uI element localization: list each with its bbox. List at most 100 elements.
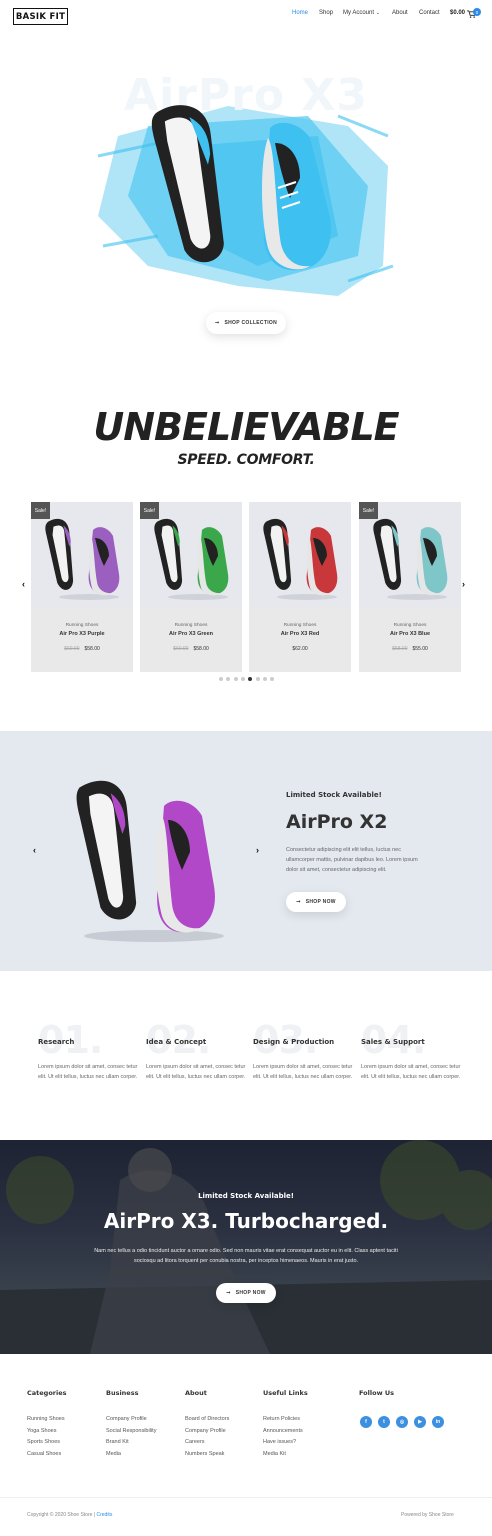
product-name[interactable]: Air Pro X3 Blue xyxy=(359,631,461,637)
product-price: $58.00 $55.00 xyxy=(359,646,461,652)
product-old-price: $60.00 xyxy=(173,646,189,652)
arrow-right-icon: ➞ xyxy=(296,899,301,905)
footer-link[interactable]: Sports Shoes xyxy=(27,1439,60,1445)
cta-title: AirPro X3. Turbocharged. xyxy=(103,1209,389,1233)
cart-total[interactable]: $0.00 xyxy=(450,10,465,22)
product-price: $60.00 $58.00 xyxy=(31,646,133,652)
instagram-icon-glyph: ◎ xyxy=(399,1419,405,1425)
promo-prev-arrow[interactable]: ‹ xyxy=(33,845,36,855)
cta-eyebrow: Limited Stock Available! xyxy=(198,1192,294,1200)
copyright-text: Copyright © 2020 Shoe Store | xyxy=(27,1512,96,1518)
footer-link[interactable]: Company Profile xyxy=(185,1428,226,1434)
nav-about[interactable]: About xyxy=(392,10,408,22)
footer-link[interactable]: Social Responsibility xyxy=(106,1428,156,1434)
promo-next-arrow[interactable]: › xyxy=(256,845,259,855)
product-category[interactable]: Running Shoes xyxy=(31,623,133,628)
footer-link[interactable]: Announcements xyxy=(263,1428,303,1434)
tagline-subtitle: SPEED. COMFORT. xyxy=(177,452,315,468)
arrow-right-icon: ➞ xyxy=(226,1290,231,1296)
step-title: Idea & Concept xyxy=(146,1038,207,1046)
nav-my-account[interactable]: My Account ⌄ xyxy=(343,10,380,22)
cta-description: Nam nec tellus a odio tincidunt auctor a… xyxy=(94,1248,398,1264)
linkedin-icon-glyph: in xyxy=(435,1419,441,1425)
carousel-dot[interactable] xyxy=(270,677,275,681)
footer-link[interactable]: Brand Kit xyxy=(106,1439,129,1445)
tagline-title: UNBELIEVABLE xyxy=(93,405,399,449)
product-old-price: $58.00 xyxy=(392,646,408,652)
youtube-icon-glyph: ▶ xyxy=(418,1419,422,1425)
chevron-down-icon: ⌄ xyxy=(375,10,380,16)
product-category[interactable]: Running Shoes xyxy=(249,623,351,628)
nav-my-account-label: My Account xyxy=(343,10,375,16)
facebook-icon[interactable]: f xyxy=(360,1416,372,1428)
hero-shoe-image xyxy=(151,105,331,271)
step-title: Research xyxy=(38,1038,75,1046)
nav-home[interactable]: Home xyxy=(292,10,308,22)
product-image[interactable] xyxy=(249,502,351,607)
product-current-price: $58.00 xyxy=(193,646,209,652)
arrow-right-icon: ➞ xyxy=(215,320,220,326)
sale-badge: Sale! xyxy=(359,502,378,519)
promo-shop-now-label: SHOP NOW xyxy=(305,899,336,905)
shop-collection-button[interactable]: ➞ SHOP COLLECTION xyxy=(206,312,286,334)
product-current-price: $62.00 xyxy=(292,646,308,652)
shop-collection-label: SHOP COLLECTION xyxy=(224,320,277,326)
footer-link[interactable]: Media xyxy=(106,1451,121,1457)
cta-shop-now-label: SHOP NOW xyxy=(235,1290,266,1296)
facebook-icon-glyph: f xyxy=(365,1419,367,1425)
footer-link[interactable]: Have issues? xyxy=(263,1439,296,1445)
carousel-dot[interactable] xyxy=(248,677,253,681)
promo-eyebrow: Limited Stock Available! xyxy=(286,791,382,799)
product-old-price: $60.00 xyxy=(64,646,80,652)
product-card[interactable]: Sale! Running Shoes Air Pro X3 Blue $58.00 $… xyxy=(359,502,461,672)
footer-link[interactable]: Company Profile xyxy=(106,1416,147,1422)
footer-link[interactable]: Casual Shoes xyxy=(27,1451,61,1457)
product-price: $60.00 $58.00 xyxy=(140,646,242,652)
carousel-dot[interactable] xyxy=(262,677,267,681)
carousel-dot[interactable] xyxy=(240,677,245,681)
footer-divider xyxy=(0,1497,492,1498)
twitter-icon[interactable]: t xyxy=(378,1416,390,1428)
product-name[interactable]: Air Pro X3 Red xyxy=(249,631,351,637)
product-shoe-image xyxy=(263,518,338,600)
product-category[interactable]: Running Shoes xyxy=(140,623,242,628)
cta-shop-now-button[interactable]: ➞ SHOP NOW xyxy=(216,1283,276,1303)
carousel-prev-arrow[interactable]: ‹ xyxy=(22,579,25,589)
footer-link[interactable]: Running Shoes xyxy=(27,1416,65,1422)
footer-link[interactable]: Careers xyxy=(185,1439,205,1445)
footer-link[interactable]: Media Kit xyxy=(263,1451,286,1457)
footer-link[interactable]: Yoga Shoes xyxy=(27,1428,56,1434)
product-card[interactable]: Sale! Running Shoes Air Pro X3 Green $60.00… xyxy=(140,502,242,672)
footer-column-heading: Business xyxy=(106,1389,139,1397)
product-card[interactable]: Running Shoes Air Pro X3 Red $62.00 xyxy=(249,502,351,672)
footer-link[interactable]: Numbers Speak xyxy=(185,1451,224,1457)
site-logo[interactable]: BASIK FIT xyxy=(13,8,68,25)
product-name[interactable]: Air Pro X3 Purple xyxy=(31,631,133,637)
product-name[interactable]: Air Pro X3 Green xyxy=(140,631,242,637)
carousel-dot[interactable] xyxy=(233,677,238,681)
promo-shoe-image xyxy=(76,780,224,942)
footer-link[interactable]: Board of Directors xyxy=(185,1416,229,1422)
credits-link[interactable]: Credits xyxy=(96,1512,112,1518)
nav-contact[interactable]: Contact xyxy=(419,10,440,22)
cart-count-badge: 0 xyxy=(473,8,481,16)
product-category[interactable]: Running Shoes xyxy=(359,623,461,628)
youtube-icon[interactable]: ▶ xyxy=(414,1416,426,1428)
footer-column-heading: Categories xyxy=(27,1389,67,1397)
carousel-dot[interactable] xyxy=(255,677,260,681)
follow-us-heading: Follow Us xyxy=(359,1389,394,1397)
step-title: Design & Production xyxy=(253,1038,335,1046)
linkedin-icon[interactable]: in xyxy=(432,1416,444,1428)
instagram-icon[interactable]: ◎ xyxy=(396,1416,408,1428)
product-card[interactable]: Sale! Running Shoes Air Pro X3 Purple $60.0… xyxy=(31,502,133,672)
carousel-dot[interactable] xyxy=(219,677,223,681)
carousel-dot[interactable] xyxy=(226,677,231,681)
nav-shop[interactable]: Shop xyxy=(319,10,333,22)
step-description: Lorem ipsum dolor sit amet, consec tetur… xyxy=(146,1064,246,1080)
product-current-price: $55.00 xyxy=(412,646,428,652)
carousel-next-arrow[interactable]: › xyxy=(462,579,465,589)
promo-shop-now-button[interactable]: ➞ SHOP NOW xyxy=(286,892,346,912)
footer-link[interactable]: Return Policies xyxy=(263,1416,300,1422)
step-description: Lorem ipsum dolor sit amet, consec tetur… xyxy=(253,1064,353,1080)
promo-title: AirPro X2 xyxy=(286,811,388,833)
